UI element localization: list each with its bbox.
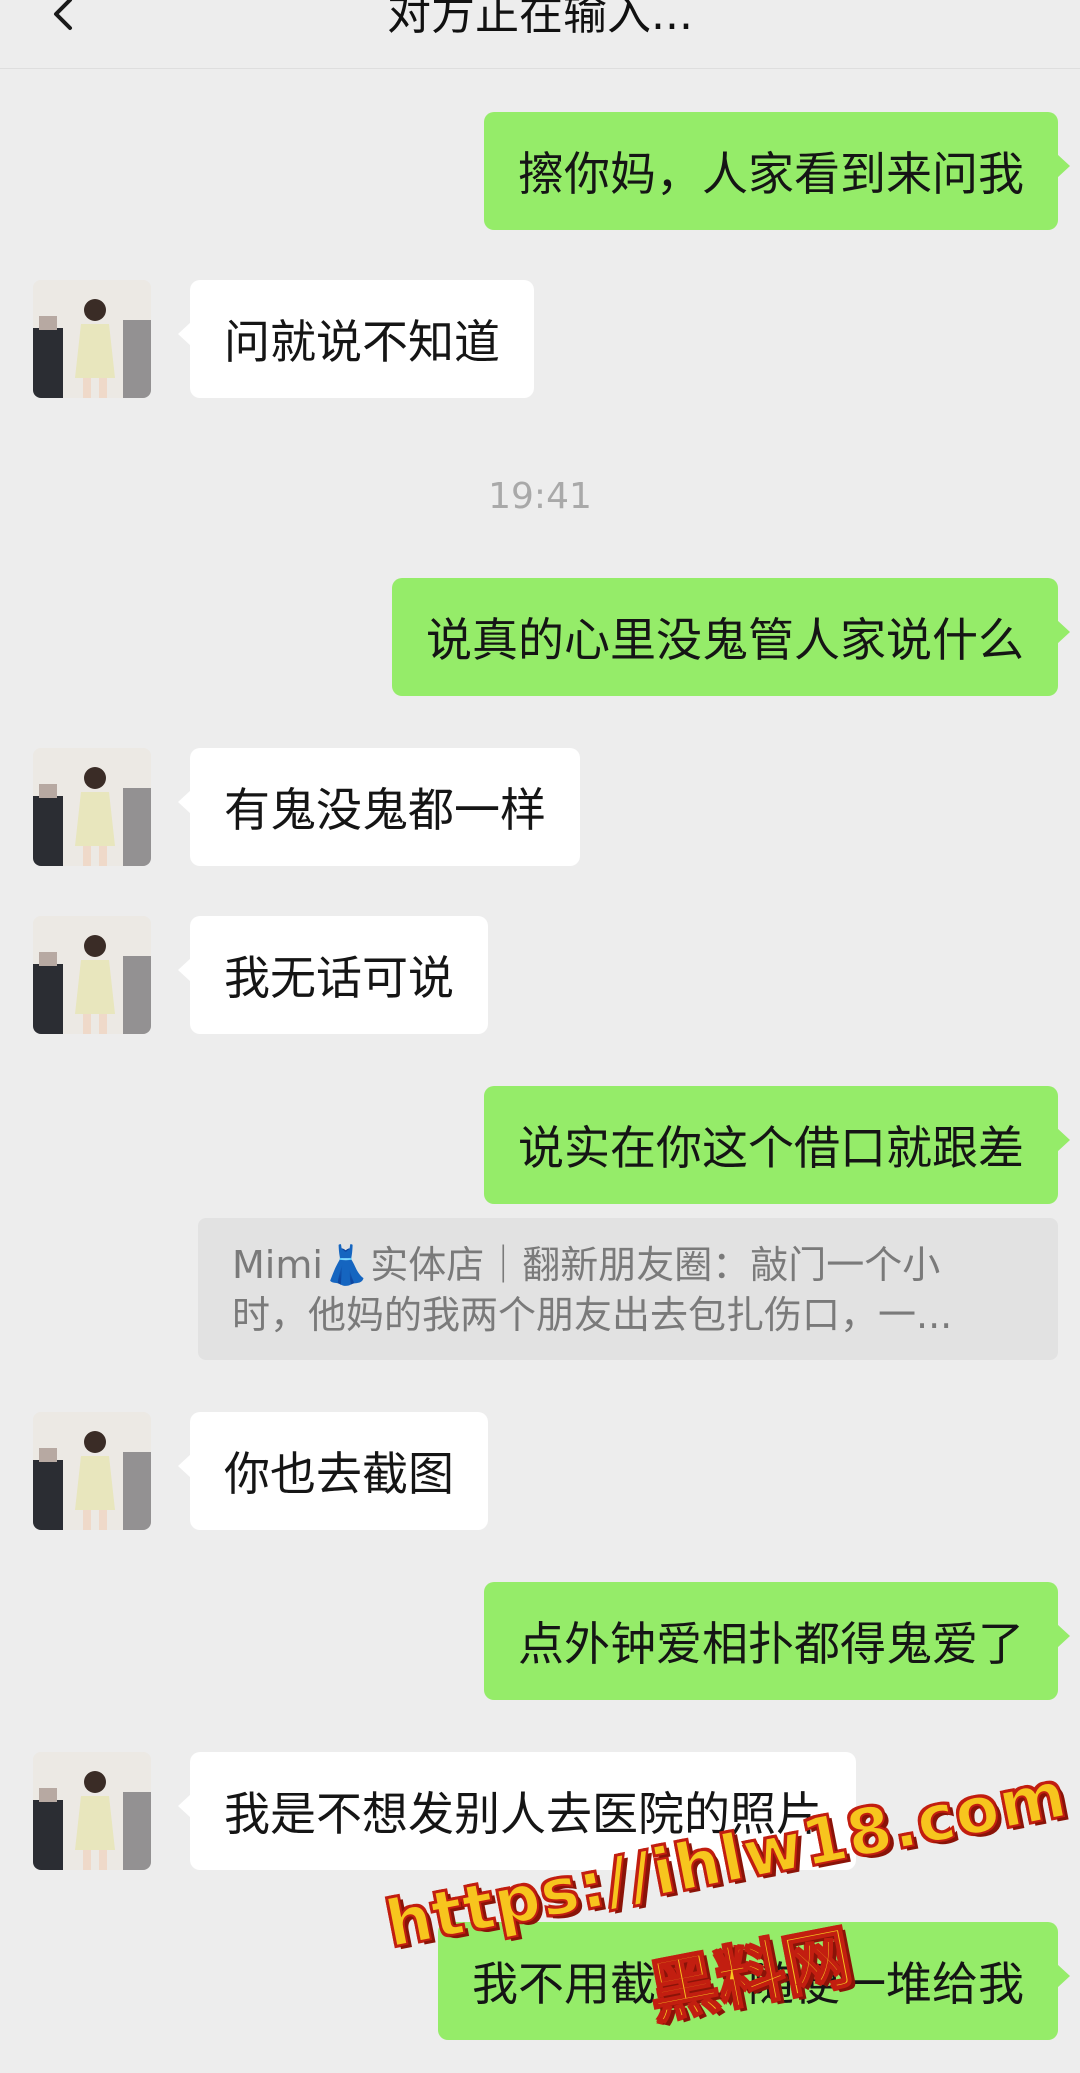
message-bubble-incoming[interactable]: 有鬼没鬼都一样 [178,748,580,866]
message-bubble-incoming[interactable]: 你也去截图 [178,1412,488,1530]
message-bubble-outgoing[interactable]: 点外钟爱相扑都得鬼爱了 [484,1582,1070,1700]
message-bubble-outgoing[interactable]: 擦你妈，人家看到来问我 [484,112,1070,230]
quoted-message[interactable]: Mimi👗实体店｜翻新朋友圈：敲门一个小 时，他妈的我两个朋友出去包扎伤口，一.… [198,1218,1058,1360]
avatar[interactable] [33,916,151,1034]
avatar[interactable] [33,1412,151,1530]
message-bubble-incoming[interactable]: 我是不想发别人去医院的照片 [178,1752,856,1870]
avatar[interactable] [33,748,151,866]
avatar[interactable] [33,280,151,398]
message-bubble-incoming[interactable]: 问就说不知道 [178,280,534,398]
chat-header: 对方正在输入... [0,0,1080,69]
message-bubble-outgoing[interactable]: 说真的心里没鬼管人家说什么 [392,578,1070,696]
quoted-message-line: Mimi👗实体店｜翻新朋友圈：敲门一个小 [232,1243,941,1287]
avatar[interactable] [33,1752,151,1870]
message-bubble-incoming[interactable]: 我无话可说 [178,916,488,1034]
quoted-message-line: 时，他妈的我两个朋友出去包扎伤口，一... [232,1293,953,1337]
message-bubble-outgoing[interactable]: 说实在你这个借口就跟差 [484,1086,1070,1204]
chat-title: 对方正在输入... [387,0,693,40]
message-bubble-outgoing[interactable]: 我不用截图，随便一堆给我 [438,1922,1070,2040]
message-timestamp: 19:41 [488,476,592,517]
